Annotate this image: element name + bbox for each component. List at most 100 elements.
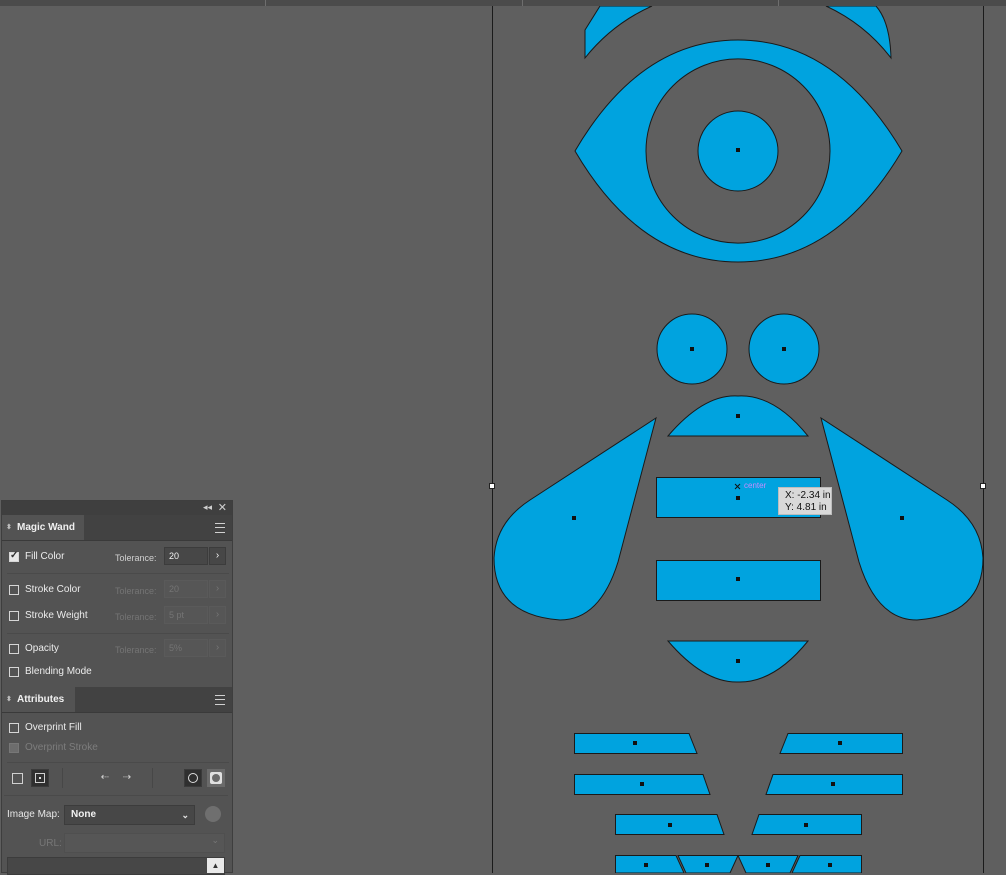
tooltip-y: Y: 4.81 in [785, 502, 827, 513]
center-point [644, 863, 648, 867]
opacity-tolerance-input: 5% [164, 639, 208, 657]
stroke-weight-tolerance-label: Tolerance: [115, 612, 157, 622]
stroke-weight-checkbox[interactable] [9, 611, 19, 621]
no-fill-mode-button[interactable] [9, 769, 27, 787]
image-map-value: None [71, 809, 96, 820]
tab-magic-wand-label: Magic Wand [17, 522, 75, 533]
stroke-color-tolerance-arrow-icon: › [209, 580, 226, 598]
stroke-color-tolerance-label: Tolerance: [115, 586, 157, 596]
selection-handle-left[interactable] [489, 483, 495, 489]
overprint-fill-label: Overprint Fill [25, 722, 82, 733]
selection-handle-right[interactable] [980, 483, 986, 489]
divider [4, 795, 228, 796]
tab-attributes[interactable]: ⬍ Attributes [2, 687, 75, 712]
stripe-4-d[interactable] [791, 855, 862, 874]
center-point [900, 516, 904, 520]
fill-color-checkbox[interactable] [9, 550, 19, 562]
close-icon[interactable]: ✕ [218, 501, 227, 514]
fill-tolerance-label: Tolerance: [115, 553, 157, 563]
fill-color-label: Fill Color [25, 551, 65, 562]
reverse-path-direction-on-button[interactable]: ⇢ [118, 769, 136, 787]
stroke-weight-row: Stroke Weight Tolerance: 5 pt › [2, 606, 232, 628]
scroll-up-icon[interactable]: ▲ [207, 858, 224, 873]
center-point [736, 414, 740, 418]
opacity-label: Opacity [25, 643, 59, 654]
image-map-select[interactable]: None ⌄ [64, 805, 195, 825]
center-point [736, 148, 740, 152]
center-point [766, 863, 770, 867]
top-left-crescent-shape[interactable] [584, 6, 653, 60]
blending-mode-checkbox[interactable] [9, 667, 19, 677]
center-point [782, 347, 786, 351]
center-mode-button[interactable] [31, 769, 49, 787]
image-map-label: Image Map: [7, 809, 60, 820]
attributes-menu-icon[interactable] [215, 695, 225, 705]
panel-menu-icon[interactable] [215, 523, 225, 533]
globe-icon[interactable] [205, 806, 221, 822]
notes-textarea[interactable] [7, 857, 225, 875]
overprint-stroke-checkbox [9, 743, 19, 753]
center-point [736, 496, 740, 500]
fill-tolerance-input[interactable]: 20 [164, 547, 208, 565]
overprint-fill-checkbox[interactable] [9, 723, 19, 733]
divider [7, 762, 229, 763]
url-input: ⌄ [64, 833, 225, 853]
center-point [838, 741, 842, 745]
center-point [705, 863, 709, 867]
stroke-color-tolerance-input: 20 [164, 580, 208, 598]
url-label: URL: [39, 838, 62, 849]
center-point [633, 741, 637, 745]
opacity-checkbox[interactable] [9, 644, 19, 654]
chevron-down-icon: ⌄ [211, 835, 219, 845]
center-point [736, 577, 740, 581]
panel-header-bar: ◂◂ ✕ [2, 501, 232, 515]
tab-magic-wand[interactable]: ⬍ Magic Wand [2, 515, 84, 540]
stroke-weight-tolerance-arrow-icon: › [209, 606, 226, 624]
magic-wand-tabbar: ⬍ Magic Wand [2, 515, 232, 541]
stroke-color-row: Stroke Color Tolerance: 20 › [2, 580, 232, 602]
center-point [736, 659, 740, 663]
blending-mode-label: Blending Mode [25, 666, 92, 677]
coordinate-tooltip: X: -2.34 in Y: 4.81 in [778, 487, 832, 515]
divider [152, 768, 153, 788]
center-point [690, 347, 694, 351]
smart-guide-center-label: center [744, 481, 767, 490]
path-direction-icon: ⇠ [100, 772, 110, 783]
overprint-stroke-row: Overprint Stroke [2, 738, 232, 760]
stroke-color-checkbox[interactable] [9, 585, 19, 595]
fill-color-row: Fill Color Tolerance: 20 › [2, 547, 232, 569]
stroke-weight-tolerance-input: 5 pt [164, 606, 208, 624]
fill-tolerance-arrow-icon[interactable]: › [209, 547, 226, 565]
center-point [668, 823, 672, 827]
reverse-path-direction-off-button[interactable]: ⇠ [96, 769, 114, 787]
stripe-4-a[interactable] [615, 855, 685, 874]
blending-mode-row: Blending Mode [2, 662, 232, 684]
path-direction-reverse-icon: ⇢ [122, 772, 132, 783]
divider [7, 573, 229, 574]
center-dot [39, 777, 41, 779]
overprint-stroke-label: Overprint Stroke [25, 742, 98, 753]
stroke-color-label: Stroke Color [25, 584, 81, 595]
divider [62, 768, 63, 788]
opacity-row: Opacity Tolerance: 5% › [2, 639, 232, 661]
center-point [640, 782, 644, 786]
square-icon [12, 773, 23, 784]
nonzero-winding-button[interactable] [184, 769, 202, 787]
center-point [804, 823, 808, 827]
collapse-icon[interactable]: ◂◂ [203, 502, 212, 513]
divider [7, 633, 229, 634]
tooltip-x: X: -2.34 in [785, 490, 831, 501]
chevron-down-icon: ⌄ [181, 810, 189, 820]
even-odd-hole [212, 774, 220, 782]
center-point [831, 782, 835, 786]
winding-circle-icon [188, 773, 198, 783]
tab-arrows-icon: ⬍ [6, 524, 12, 531]
tab-attributes-label: Attributes [17, 694, 65, 705]
attributes-tabbar: ⬍ Attributes [2, 687, 232, 713]
opacity-tolerance-arrow-icon: › [209, 639, 226, 657]
center-point [828, 863, 832, 867]
even-odd-button[interactable] [207, 769, 225, 787]
top-right-crescent-shape[interactable] [825, 6, 892, 60]
tab-arrows-icon: ⬍ [6, 696, 12, 703]
overprint-fill-row: Overprint Fill [2, 718, 232, 740]
